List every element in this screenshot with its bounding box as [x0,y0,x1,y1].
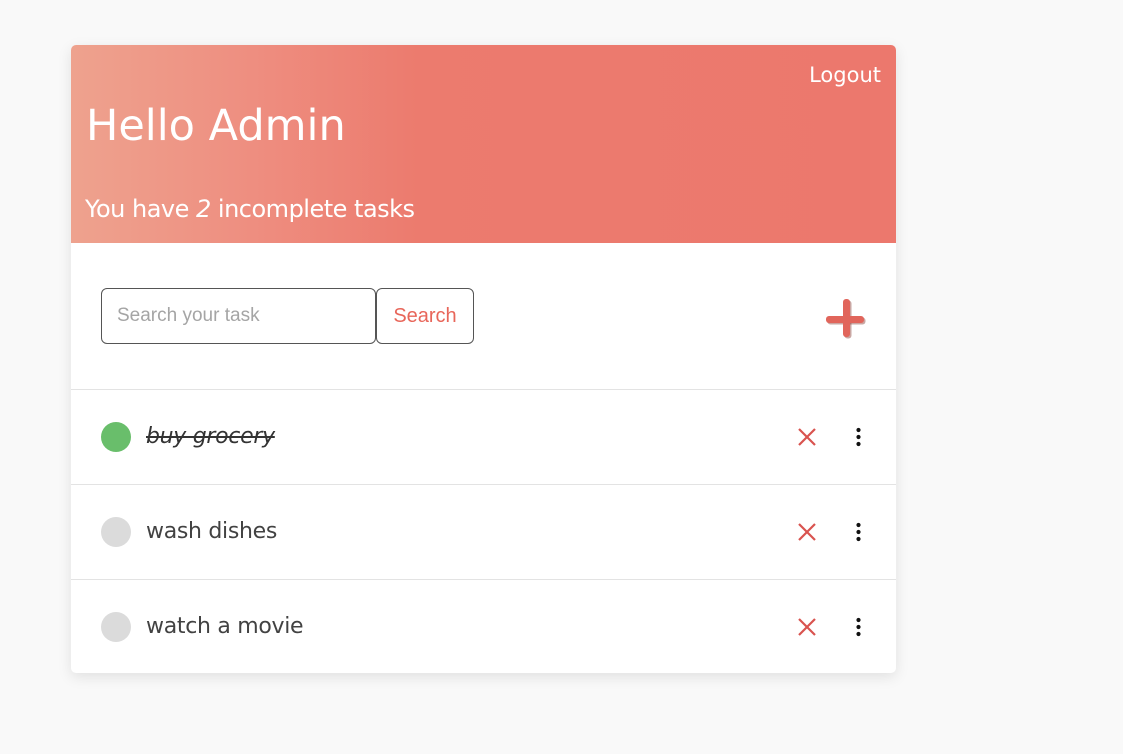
close-icon[interactable] [797,617,817,637]
task-text: buy grocery [146,424,275,449]
more-vertical-icon[interactable] [851,427,866,447]
toolbar: Search [71,243,896,390]
task-status-toggle[interactable] [101,517,131,547]
task-row: buy grocery [71,390,896,485]
logout-link[interactable]: Logout [809,63,881,87]
plus-icon[interactable] [825,297,869,341]
task-status-toggle[interactable] [101,422,131,452]
more-vertical-icon[interactable] [851,617,866,637]
incomplete-count: 2 [196,195,211,223]
more-vertical-icon[interactable] [851,522,866,542]
task-status-toggle[interactable] [101,612,131,642]
task-text: watch a movie [146,614,304,639]
search-input[interactable] [101,288,376,344]
task-list: buy grocery wash dishes watch a movie [71,390,896,673]
summary-prefix: You have [85,195,197,223]
search-button[interactable]: Search [376,288,474,344]
task-text: wash dishes [146,519,278,544]
close-icon[interactable] [797,522,817,542]
summary-suffix: incomplete tasks [210,195,415,223]
close-icon[interactable] [797,427,817,447]
task-summary: You have 2 incomplete tasks [85,192,415,226]
task-row: wash dishes [71,485,896,580]
task-row: watch a movie [71,580,896,673]
todo-card: Logout Hello Admin You have 2 incomplete… [71,45,896,673]
greeting-title: Hello Admin [86,101,346,151]
header-banner: Logout Hello Admin You have 2 incomplete… [71,45,896,243]
